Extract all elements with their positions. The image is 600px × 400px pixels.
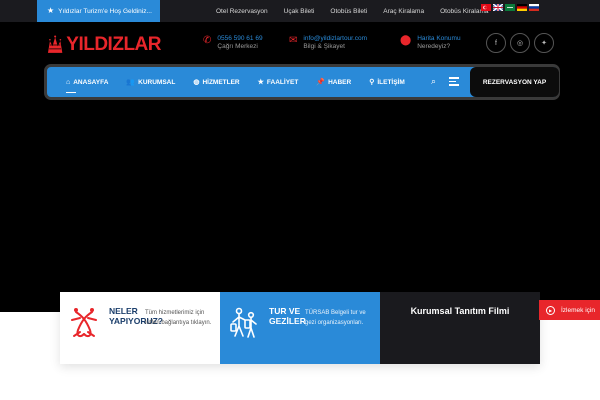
logo-text: YILDIZLAR bbox=[66, 34, 161, 55]
instagram-icon[interactable]: ◎ bbox=[510, 33, 530, 53]
location-icon: ⚲ bbox=[369, 79, 375, 86]
twitter-icon[interactable]: ✦ bbox=[534, 33, 554, 53]
language-flags bbox=[481, 4, 539, 11]
top-link-otobus-bileti[interactable]: Otobüs Bileti bbox=[322, 8, 375, 15]
card-tours[interactable]: TUR VE GEZİLER TÜRSAB Belgeli tur ve gez… bbox=[220, 292, 380, 364]
card-film[interactable]: Kurumsal Tanıtım Filmi bbox=[380, 292, 540, 364]
top-link-otel[interactable]: Otel Rezervasyon bbox=[208, 8, 276, 15]
nav-label: İLETİŞİM bbox=[377, 78, 405, 86]
star-icon: ★ bbox=[47, 6, 55, 15]
turkish-flag-icon[interactable] bbox=[481, 4, 491, 11]
card-services-title: NELER YAPIYORUZ? bbox=[109, 306, 164, 326]
nav-item-iletisim[interactable]: ⚲ İLETİŞİM bbox=[360, 67, 414, 97]
travelers-icon bbox=[230, 307, 257, 338]
page: ★ Yıldızlar Turizm'e Hoş Geldiniz... Ote… bbox=[0, 0, 600, 400]
watch-video-button[interactable]: ▶ İzlemek için bbox=[539, 300, 600, 320]
location-title: Harita Konumu bbox=[417, 35, 461, 42]
map-pin-icon: ⬤ bbox=[400, 35, 412, 46]
header-hero: YILDIZLAR ✆ 0556 590 61 69 Çağrı Merkezi… bbox=[0, 22, 600, 312]
mail-icon: ✉ bbox=[289, 35, 298, 46]
contact-location[interactable]: ⬤ Harita Konumu Neredeyiz? bbox=[400, 35, 461, 51]
nav-label: FAALİYET bbox=[266, 78, 299, 86]
top-link-ucak[interactable]: Uçak Bileti bbox=[276, 8, 323, 15]
phone-icon: ✆ bbox=[203, 35, 212, 46]
search-icon[interactable]: ⌕ bbox=[431, 76, 436, 87]
phone-caption: Çağrı Merkezi bbox=[217, 43, 258, 50]
nav-item-hizmetler[interactable]: ◍ HİZMETLER bbox=[184, 67, 248, 97]
card-film-title: Kurumsal Tanıtım Filmi bbox=[410, 306, 510, 316]
english-flag-icon[interactable] bbox=[493, 4, 503, 11]
welcome-banner: ★ Yıldızlar Turizm'e Hoş Geldiniz... bbox=[37, 0, 160, 22]
contact-phone[interactable]: ✆ 0556 590 61 69 Çağrı Merkezi bbox=[203, 35, 263, 51]
pin-icon: 📌 bbox=[316, 79, 326, 86]
facebook-icon[interactable]: f bbox=[486, 33, 506, 53]
logo[interactable]: YILDIZLAR bbox=[46, 27, 161, 63]
card-services-desc: Tüm hizmetlerimiz için lütfen bağlantıya… bbox=[145, 310, 212, 326]
nav-label: HİZMETLER bbox=[202, 78, 240, 86]
nav-label: HABER bbox=[328, 78, 352, 86]
play-icon: ▶ bbox=[546, 305, 555, 315]
top-link-arac[interactable]: Araç Kiralama bbox=[375, 8, 432, 15]
nav-item-faaliyet[interactable]: ★ FAALİYET bbox=[249, 67, 308, 97]
phone-number: 0556 590 61 69 bbox=[217, 35, 263, 42]
mail-address: info@yildizlartour.com bbox=[303, 35, 368, 42]
home-icon: ⌂ bbox=[66, 78, 71, 86]
mail-caption: Bilgi & Şikayet bbox=[303, 43, 345, 50]
watch-label: İzlemek için bbox=[561, 306, 595, 314]
german-flag-icon[interactable] bbox=[517, 4, 527, 11]
logo-mark-icon bbox=[47, 35, 63, 53]
card-tours-desc: TÜRSAB Belgeli tur ve gezi organizasyonl… bbox=[305, 310, 366, 326]
welcome-text: Yıldızlar Turizm'e Hoş Geldiniz... bbox=[58, 7, 152, 15]
card-services[interactable]: NELER YAPIYORUZ? Tüm hizmetlerimiz için … bbox=[60, 292, 220, 364]
contact-mail[interactable]: ✉ info@yildizlartour.com Bilgi & Şikayet bbox=[289, 35, 367, 51]
reservation-button[interactable]: REZERVASYON YAP bbox=[470, 67, 559, 97]
russian-flag-icon[interactable] bbox=[529, 4, 539, 11]
nav-item-anasayfa[interactable]: ⌂ ANASAYFA bbox=[57, 67, 117, 97]
nav-label: KURUMSAL bbox=[138, 78, 176, 86]
arabic-flag-icon[interactable] bbox=[505, 4, 515, 11]
nav-label: ANASAYFA bbox=[73, 78, 109, 86]
location-caption: Neredeyiz? bbox=[417, 43, 451, 50]
top-links: Otel Rezervasyon Uçak Bileti Otobüs Bile… bbox=[208, 0, 497, 22]
card-tours-title: TUR VE GEZİLER bbox=[269, 306, 306, 326]
feature-cards: NELER YAPIYORUZ? Tüm hizmetlerimiz için … bbox=[60, 292, 540, 364]
users-icon: 👥 bbox=[126, 79, 136, 86]
dancers-icon bbox=[71, 308, 97, 338]
menu-icon[interactable] bbox=[449, 77, 459, 88]
top-bar: ★ Yıldızlar Turizm'e Hoş Geldiniz... Ote… bbox=[0, 0, 600, 22]
nav-item-kurumsal[interactable]: 👥 KURUMSAL bbox=[117, 67, 184, 97]
main-nav: ⌂ ANASAYFA 👥 KURUMSAL ◍ HİZMETLER ★ FAAL… bbox=[44, 64, 560, 100]
star-icon: ★ bbox=[257, 79, 264, 86]
globe-icon: ◍ bbox=[193, 79, 200, 86]
nav-items: ⌂ ANASAYFA 👥 KURUMSAL ◍ HİZMETLER ★ FAAL… bbox=[57, 67, 414, 97]
nav-item-haber[interactable]: 📌 HABER bbox=[307, 67, 360, 97]
